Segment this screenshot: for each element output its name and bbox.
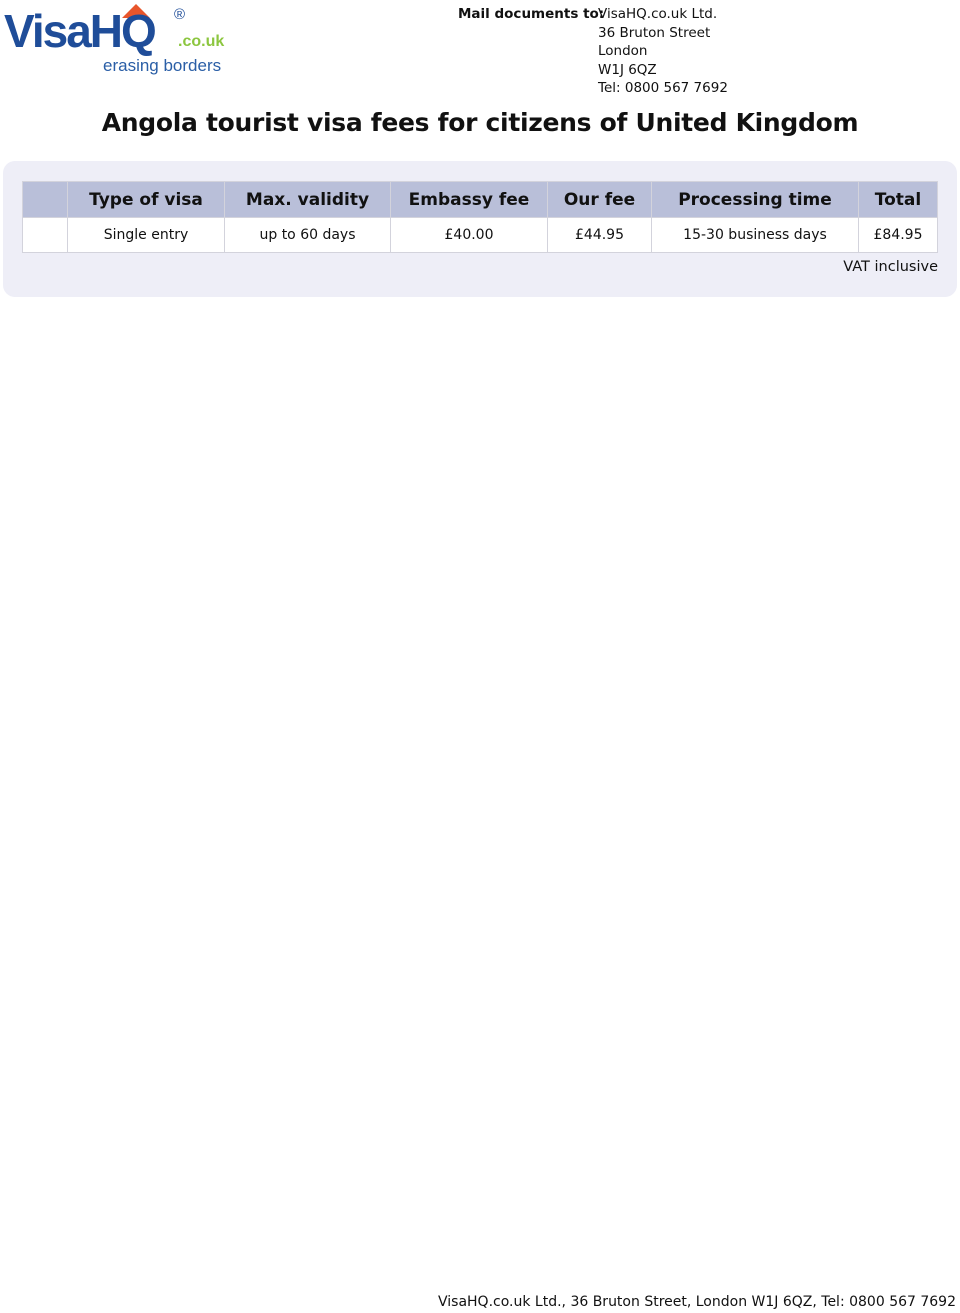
address-city: London xyxy=(598,43,648,59)
header-embassy-fee: Embassy fee xyxy=(390,181,548,218)
address-street: 36 Bruton Street xyxy=(598,24,711,41)
header-total: Total xyxy=(858,181,938,218)
cell-total: £84.95 xyxy=(858,217,938,253)
logo-domain-suffix: .co.uk xyxy=(178,33,225,50)
visahq-logo: VisaHQ ® .co.uk erasing borders xyxy=(4,4,234,78)
cell-blank xyxy=(22,217,68,253)
table-header-row: Type of visa Max. validity Embassy fee O… xyxy=(22,181,938,218)
cell-our-fee: £44.95 xyxy=(547,217,652,253)
address-postcode: W1J 6QZ xyxy=(598,61,657,78)
cell-processing-time: 15-30 business days xyxy=(651,217,859,253)
header-processing-time: Processing time xyxy=(651,181,859,218)
cell-max-validity: up to 60 days xyxy=(224,217,391,253)
mail-label: Mail documents to: xyxy=(458,6,605,22)
page-title: Angola tourist visa fees for citizens of… xyxy=(101,108,859,137)
header-type-of-visa: Type of visa xyxy=(67,181,225,218)
header-blank xyxy=(22,181,68,218)
address-phone: Tel: 0800 567 7692 xyxy=(598,80,728,96)
table-row: Single entry up to 60 days £40.00 £44.95… xyxy=(22,217,938,253)
logo-tagline: erasing borders xyxy=(103,56,222,75)
address-company: VisaHQ.co.uk Ltd. xyxy=(598,6,718,22)
header-our-fee: Our fee xyxy=(547,181,652,218)
registered-mark: ® xyxy=(174,6,186,23)
fees-table: Type of visa Max. validity Embassy fee O… xyxy=(22,181,938,253)
cell-embassy-fee: £40.00 xyxy=(390,217,548,253)
footer-address: VisaHQ.co.uk Ltd., 36 Bruton Street, Lon… xyxy=(437,1294,956,1310)
logo-brand: VisaHQ xyxy=(4,5,157,57)
header-max-validity: Max. validity xyxy=(224,181,391,218)
mail-address-lines: VisaHQ.co.uk Ltd. 36 Bruton Street Londo… xyxy=(598,5,728,98)
vat-note: VAT inclusive xyxy=(843,259,938,275)
cell-type-of-visa: Single entry xyxy=(67,217,225,253)
